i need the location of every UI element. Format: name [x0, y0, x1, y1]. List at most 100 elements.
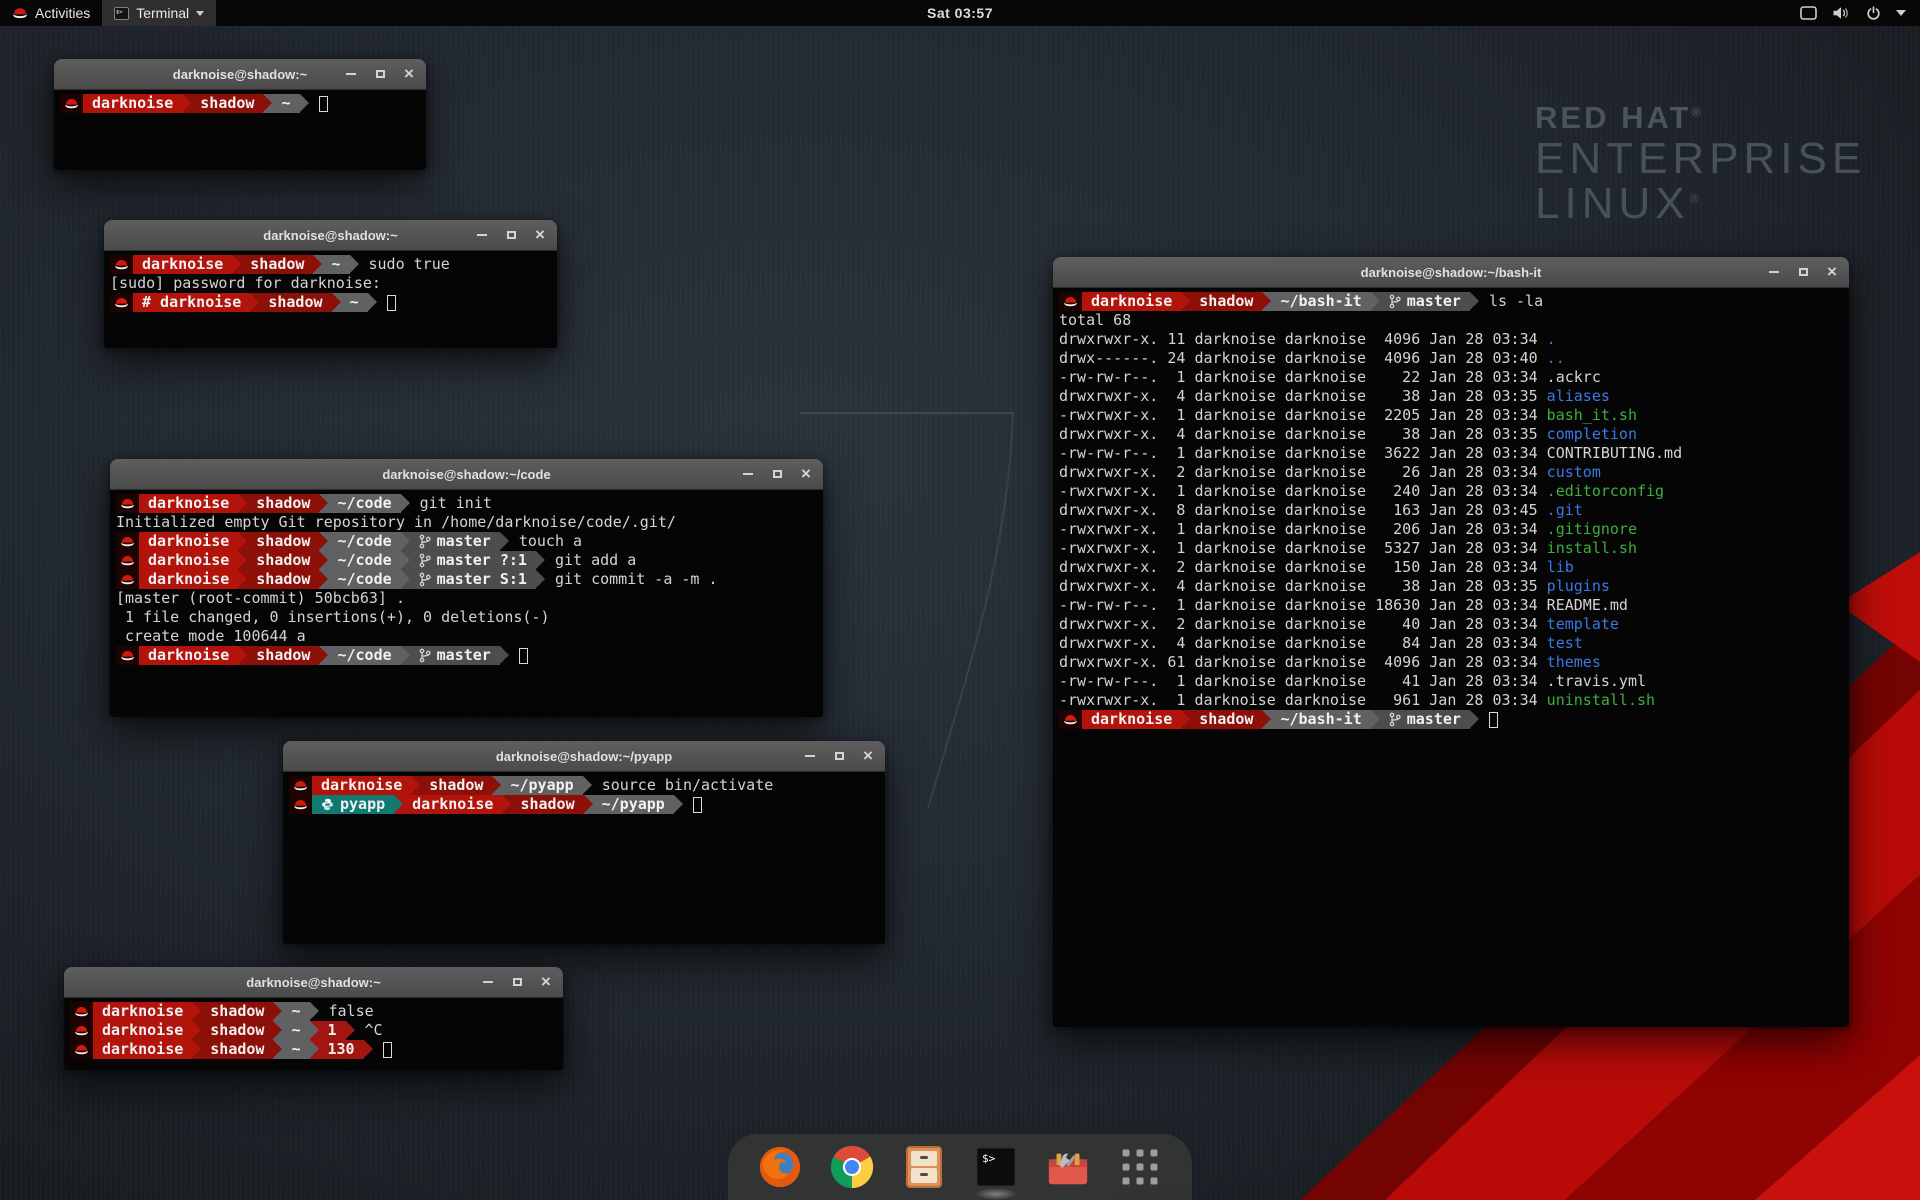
prompt-segment-host: shadow: [247, 494, 319, 513]
powerline-arrow: [310, 1002, 319, 1021]
terminal-cursor: [519, 648, 528, 664]
minimize-button[interactable]: [482, 976, 494, 988]
prompt-segment-path: ~/pyapp: [593, 795, 674, 814]
minimize-button[interactable]: [1768, 266, 1780, 278]
terminal-output-line: drwx------. 24 darknoise darknoise 4096 …: [1059, 349, 1849, 368]
terminal-screen[interactable]: darknoiseshadow~falsedarknoiseshadow~1^C…: [64, 998, 563, 1070]
powerline-arrow: [674, 795, 683, 814]
terminal-output-line: drwxrwxr-x. 61 darknoise darknoise 4096 …: [1059, 653, 1849, 672]
powerline-arrow: [319, 532, 328, 551]
redhat-icon: [116, 646, 139, 665]
prompt-segment-path: ~/code: [328, 532, 400, 551]
redhat-icon: [110, 255, 133, 274]
maximize-button[interactable]: [833, 750, 845, 762]
shell-prompt-line: darknoiseshadow~1^C: [70, 1021, 563, 1040]
prompt-segment-path: ~: [282, 1002, 309, 1021]
prompt-segment-user: darknoise: [93, 1002, 192, 1021]
activities-button[interactable]: Activities: [0, 0, 102, 26]
powerline-arrow: [346, 1021, 355, 1040]
terminal-screen[interactable]: darknoiseshadow~/pyappsource bin/activat…: [283, 772, 885, 944]
close-button[interactable]: ×: [540, 976, 552, 988]
powerline-arrow: [401, 551, 410, 570]
caret-down-icon: [196, 11, 204, 16]
maximize-button[interactable]: [505, 229, 517, 241]
activities-label: Activities: [35, 5, 90, 21]
powerline-arrow: [583, 776, 592, 795]
prompt-segment-venv: pyapp: [312, 795, 394, 814]
dock-icon-firefox[interactable]: [756, 1143, 804, 1191]
prompt-segment-host: shadow: [247, 570, 319, 589]
prompt-segment-user: darknoise: [139, 494, 238, 513]
dock-icon-chrome[interactable]: [828, 1143, 876, 1191]
terminal-screen[interactable]: darknoiseshadow~/codegit initInitialized…: [110, 490, 823, 717]
dock-icon-terminal[interactable]: $>: [972, 1143, 1020, 1191]
close-button[interactable]: ×: [1826, 266, 1838, 278]
powerline-arrow: [238, 551, 247, 570]
dock-icon-files[interactable]: [900, 1143, 948, 1191]
maximize-button[interactable]: [771, 468, 783, 480]
powerline-arrow: [401, 494, 410, 513]
shell-prompt-line: darknoiseshadow~/codemastertouch a: [116, 532, 823, 551]
git-branch-icon: [419, 534, 431, 549]
window-titlebar[interactable]: darknoise@shadow:~/code ×: [110, 459, 823, 490]
terminal-output-line: drwxrwxr-x. 11 darknoise darknoise 4096 …: [1059, 330, 1849, 349]
maximize-button[interactable]: [1797, 266, 1809, 278]
powerline-arrow: [250, 293, 259, 312]
app-menu-terminal[interactable]: $> Terminal: [102, 0, 216, 26]
prompt-segment-path: ~/bash-it: [1271, 292, 1370, 311]
terminal-output-line: drwxrwxr-x. 4 darknoise darknoise 84 Jan…: [1059, 634, 1849, 653]
clock[interactable]: Sat 03:57: [927, 5, 993, 21]
prompt-segment-user: darknoise: [93, 1021, 192, 1040]
maximize-button[interactable]: [511, 976, 523, 988]
minimize-button[interactable]: [742, 468, 754, 480]
window-titlebar[interactable]: darknoise@shadow:~×: [64, 967, 563, 998]
window-titlebar[interactable]: darknoise@shadow:~×: [54, 59, 426, 90]
terminal-window: darknoise@shadow:~×darknoiseshadow~false…: [64, 967, 563, 1069]
minimize-button[interactable]: [804, 750, 816, 762]
maximize-button[interactable]: [374, 68, 386, 80]
powerline-arrow: [492, 776, 501, 795]
powerline-arrow: [401, 532, 410, 551]
terminal-output-line: drwxrwxr-x. 2 darknoise darknoise 150 Ja…: [1059, 558, 1849, 577]
git-branch-icon: [419, 553, 431, 568]
terminal-output-line: -rw-rw-r--. 1 darknoise darknoise 3622 J…: [1059, 444, 1849, 463]
typed-command: sudo true: [369, 255, 450, 274]
logo-enterprise-text: ENTERPRISE: [1535, 136, 1866, 181]
minimize-button[interactable]: [476, 229, 488, 241]
system-status-area[interactable]: [1794, 0, 1912, 26]
close-button[interactable]: ×: [534, 229, 546, 241]
terminal-screen[interactable]: darknoiseshadow~/bash-itmasterls -latota…: [1053, 288, 1849, 1027]
terminal-output-line: drwxrwxr-x. 8 darknoise darknoise 163 Ja…: [1059, 501, 1849, 520]
shell-prompt-line: darknoiseshadow~/pyappsource bin/activat…: [289, 776, 885, 795]
window-title: darknoise@shadow:~/code: [382, 467, 550, 482]
dock-icon-toolbox[interactable]: [1044, 1143, 1092, 1191]
terminal-output-line: -rw-rw-r--. 1 darknoise darknoise 22 Jan…: [1059, 368, 1849, 387]
shell-prompt-line: darknoiseshadow~/bash-itmaster: [1059, 710, 1849, 729]
window-titlebar[interactable]: darknoise@shadow:~/bash-it×: [1053, 257, 1849, 288]
minimize-button[interactable]: [345, 68, 357, 80]
redhat-icon: [110, 293, 133, 312]
prompt-segment-host: shadow: [201, 1002, 273, 1021]
terminal-output-line: drwxrwxr-x. 4 darknoise darknoise 38 Jan…: [1059, 387, 1849, 406]
git-branch-icon: [419, 572, 431, 587]
prompt-segment-path: ~/bash-it: [1271, 710, 1370, 729]
prompt-segment-path: ~: [272, 94, 299, 113]
prompt-segment-branch: master: [410, 646, 500, 665]
terminal-screen[interactable]: darknoiseshadow~: [54, 90, 426, 170]
prompt-segment-path: ~/code: [328, 570, 400, 589]
close-button[interactable]: ×: [862, 750, 874, 762]
dock-icon-app-grid[interactable]: [1116, 1143, 1164, 1191]
close-button[interactable]: ×: [403, 68, 415, 80]
powerline-arrow: [263, 94, 272, 113]
powerline-arrow: [1371, 710, 1380, 729]
shell-prompt-line: pyappdarknoiseshadow~/pyapp: [289, 795, 885, 814]
window-titlebar[interactable]: darknoise@shadow:~×: [104, 220, 557, 251]
close-button[interactable]: ×: [800, 468, 812, 480]
window-titlebar[interactable]: darknoise@shadow:~/pyapp×: [283, 741, 885, 772]
prompt-segment-host: shadow: [247, 551, 319, 570]
terminal-screen[interactable]: darknoiseshadow~sudo true[sudo] password…: [104, 251, 557, 348]
display-icon: [1800, 6, 1817, 20]
prompt-segment-branch: master S:1: [410, 570, 536, 589]
terminal-output-line: [sudo] password for darknoise:: [110, 274, 557, 293]
powerline-arrow: [192, 1021, 201, 1040]
